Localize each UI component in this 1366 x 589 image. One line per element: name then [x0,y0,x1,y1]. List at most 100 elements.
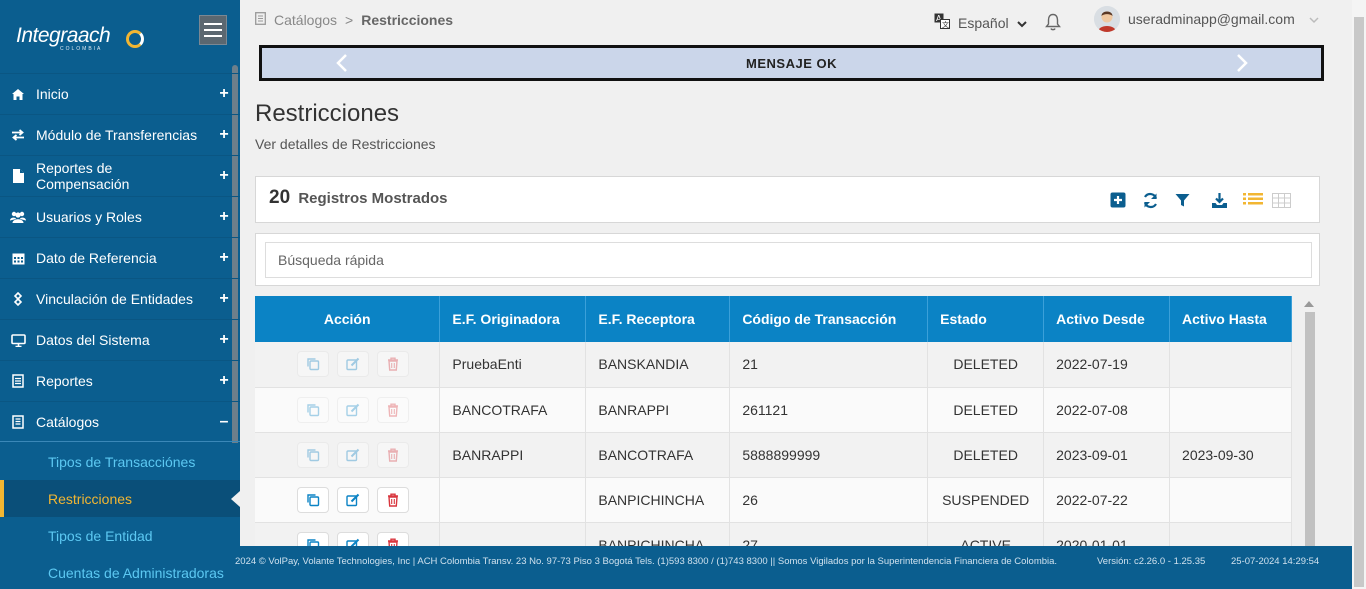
records-summary: 20 Registros Mostrados [269,187,448,209]
sidebar-item-label: Inicio [36,86,69,102]
sidebar-item-inicio[interactable]: Inicio + [0,73,240,114]
submenu-item-tipos-transacciones[interactable]: Tipos de Transacciónes [0,443,240,480]
delete-button[interactable] [377,441,410,468]
sidebar-item-dato-referencia[interactable]: Dato de Referencia + [0,237,240,278]
quick-search-input[interactable] [265,242,1312,278]
edit-button[interactable] [337,441,370,468]
svg-text:文: 文 [942,20,949,29]
copy-button[interactable] [297,351,330,378]
scroll-up-icon[interactable] [1304,301,1314,307]
expand-icon: + [219,331,229,348]
edit-button[interactable] [337,531,370,546]
column-header-ef-receptora[interactable]: E.F. Receptora [585,296,731,342]
sidebar-item-label: Catálogos [36,413,100,430]
column-header-activo-desde[interactable]: Activo Desde [1043,296,1171,342]
table-row[interactable]: BANPICHINCHA 26 SUSPENDED 2022-07-22 [255,477,1292,523]
language-selector[interactable]: A文 Español [934,13,1027,32]
footer-version: Versión: c2.26.0 - 1.25.35 [1097,556,1206,567]
table-row[interactable]: BANRAPPI BANCOTRAFA 5888899999 DELETED 2… [255,432,1292,478]
sidebar-item-reportes[interactable]: Reportes + [0,360,240,401]
sidebar-item-label: Reportes de Compensación [36,160,130,192]
sidebar-item-transferencias[interactable]: Módulo de Transferencias + [0,114,240,155]
chevron-down-icon [1309,11,1319,27]
sidebar-item-label: Vinculación de Entidades [36,291,193,307]
submenu-item-cuentas-administradoras[interactable]: Cuentas de Administradoras [0,554,240,589]
page-title: Restricciones [255,100,400,127]
column-header-ef-originadora[interactable]: E.F. Originadora [439,296,587,342]
copy-button[interactable] [297,486,330,513]
table-scrollbar[interactable] [1300,296,1318,546]
chevron-left-icon[interactable] [336,53,348,79]
refresh-icon[interactable] [1140,190,1160,210]
column-header-codigo[interactable]: Código de Transacción [729,296,929,342]
search-panel [255,233,1320,286]
catalog-icon [255,12,266,28]
calendar-icon [0,252,36,265]
user-menu[interactable]: useradminapp@gmail.com [1094,6,1319,32]
transfer-icon [0,129,36,141]
sidebar-item-catalogos[interactable]: Catálogos – [0,401,240,442]
grid-view-icon[interactable] [1271,190,1291,210]
scrollbar-thumb[interactable] [1305,312,1315,546]
filter-icon[interactable] [1172,190,1192,210]
cell-codigo: 27 [729,522,929,546]
bell-icon[interactable] [1045,13,1061,36]
column-header-estado[interactable]: Estado [927,296,1045,342]
copy-button[interactable] [297,441,330,468]
delete-button[interactable] [377,486,410,513]
submenu-label: Restricciones [48,490,133,507]
sidebar-item-datos-sistema[interactable]: Datos del Sistema + [0,319,240,360]
cell-originadora: BANCOTRAFA [439,387,587,433]
sidebar-item-usuarios-roles[interactable]: Usuarios y Roles + [0,196,240,237]
column-header-accion[interactable]: Acción [255,296,441,342]
cell-estado: DELETED [927,387,1045,433]
sidebar-item-reportes-compensacion[interactable]: Reportes de Compensación + [0,155,240,196]
add-icon[interactable] [1108,190,1128,210]
edit-button[interactable] [337,486,370,513]
sidebar: Integraach COLOMBIA Inicio + Módulo de T… [0,0,240,589]
breadcrumb-parent[interactable]: Catálogos [274,12,337,28]
cell-receptora: BANPICHINCHA [585,477,731,523]
edit-button[interactable] [337,396,370,423]
link-icon [0,292,36,306]
table-row[interactable]: BANPICHINCHA 27 ACTIVE 2020-01-01 [255,522,1292,546]
cell-receptora: BANCOTRAFA [585,432,731,478]
submenu-label: Tipos de Transacciónes [48,453,196,470]
column-header-activo-hasta[interactable]: Activo Hasta [1169,296,1292,342]
cell-receptora: BANPICHINCHA [585,522,731,546]
submenu-item-tipos-entidad[interactable]: Tipos de Entidad [0,517,240,554]
table-header-row: Acción E.F. Originadora E.F. Receptora C… [255,296,1292,342]
sidebar-item-vinculacion[interactable]: Vinculación de Entidades + [0,278,240,319]
download-icon[interactable] [1209,190,1229,210]
table-row[interactable]: PruebaEnti BANSKANDIA 21 DELETED 2022-07… [255,342,1292,388]
delete-button[interactable] [377,531,410,546]
copy-button[interactable] [297,531,330,546]
integraach-logo[interactable]: Integraach COLOMBIA [16,24,144,52]
delete-button[interactable] [377,351,410,378]
submenu-item-restricciones[interactable]: Restricciones [0,480,240,517]
window-scrollbar[interactable] [1352,0,1366,589]
footer: 2024 © VolPay, Volante Technologies, Inc… [230,546,1352,589]
cell-estado: DELETED [927,342,1045,388]
expand-icon: + [219,249,229,266]
cell-activo-desde: 2023-09-01 [1043,432,1171,478]
restrictions-table: Acción E.F. Originadora E.F. Receptora C… [255,296,1292,546]
cell-estado: SUSPENDED [927,477,1045,523]
submenu-label: Cuentas de Administradoras [48,564,224,581]
collapse-icon: – [219,412,229,430]
chevron-right-icon[interactable] [1236,53,1248,79]
window-scrollbar-thumb[interactable] [1354,17,1364,587]
logo-subtitle: COLOMBIA [60,46,103,52]
page-subtitle: Ver detalles de Restricciones [255,136,436,152]
expand-icon: + [219,85,229,102]
cell-receptora: BANRAPPI [585,387,731,433]
edit-button[interactable] [337,351,370,378]
delete-button[interactable] [377,396,410,423]
message-banner: MENSAJE OK [259,45,1324,81]
menu-toggle-button[interactable] [199,15,227,45]
list-view-icon[interactable] [1243,190,1263,210]
table-row[interactable]: BANCOTRAFA BANRAPPI 261121 DELETED 2022-… [255,387,1292,433]
footer-copyright: 2024 © VolPay, Volante Technologies, Inc… [235,556,1058,567]
copy-button[interactable] [297,396,330,423]
cell-originadora: BANRAPPI [439,432,587,478]
